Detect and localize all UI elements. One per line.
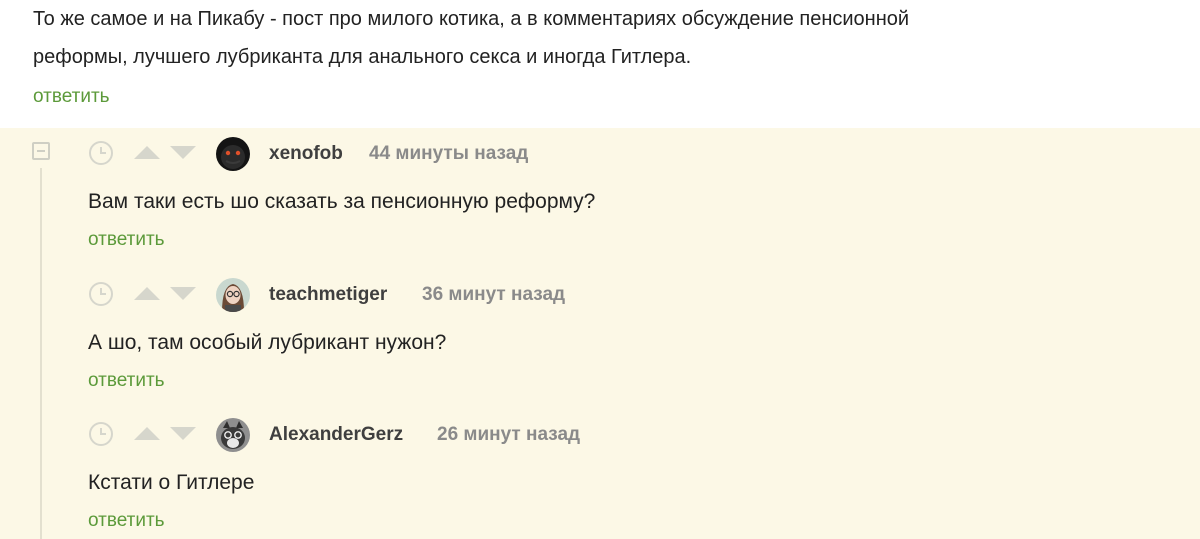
comment-time: 44 минуты назад: [369, 143, 529, 164]
upvote-arrow-icon[interactable]: [134, 427, 160, 440]
downvote-arrow-icon[interactable]: [170, 287, 196, 300]
comment: xenofob 44 минуты назад Вам таки есть шо…: [88, 137, 1188, 251]
comment-time: 36 минут назад: [422, 284, 566, 305]
comment-text: Вам таки есть шо сказать за пенсионную р…: [88, 190, 596, 213]
avatar[interactable]: [216, 137, 250, 171]
username[interactable]: teachmetiger: [269, 284, 387, 306]
comment-header: teachmetiger 36 минут назад: [88, 278, 1188, 312]
avatar[interactable]: [216, 278, 250, 312]
comment-text: А шо, там особый лубрикант нужон?: [88, 331, 447, 354]
top-comment-line: То же самое и на Пикабу - пост про милог…: [33, 8, 910, 30]
top-comment: То же самое и на Пикабу - пост про милог…: [33, 0, 1183, 76]
collapse-thread-button[interactable]: [32, 142, 50, 160]
reply-link[interactable]: ответить: [88, 229, 165, 251]
clock-icon[interactable]: [88, 421, 114, 447]
upvote-arrow-icon[interactable]: [134, 146, 160, 159]
avatar[interactable]: [216, 418, 250, 452]
clock-icon[interactable]: [88, 140, 114, 166]
downvote-arrow-icon[interactable]: [170, 146, 196, 159]
reply-link[interactable]: ответить: [33, 86, 110, 108]
reply-link[interactable]: ответить: [88, 370, 165, 392]
top-comment-line: реформы, лучшего лубриканта для анальног…: [33, 46, 692, 68]
dark-figure-avatar-icon: [216, 137, 250, 171]
clock-icon[interactable]: [88, 281, 114, 307]
username[interactable]: xenofob: [269, 143, 343, 165]
comment-time: 26 минут назад: [437, 424, 581, 445]
girl-glasses-avatar-icon: [216, 278, 250, 312]
username[interactable]: AlexanderGerz: [269, 424, 403, 446]
top-comment-text: То же самое и на Пикабу - пост про милог…: [33, 0, 1183, 76]
comment-text: Кстати о Гитлере: [88, 471, 255, 494]
comment: AlexanderGerz 26 минут назад Кстати о Ги…: [88, 418, 1188, 532]
thread-line[interactable]: [40, 168, 42, 539]
comment-thread: xenofob 44 минуты назад Вам таки есть шо…: [0, 128, 1200, 539]
comment: teachmetiger 36 минут назад А шо, там ос…: [88, 278, 1188, 392]
comment-header: xenofob 44 минуты назад: [88, 137, 1188, 171]
comment-header: AlexanderGerz 26 минут назад: [88, 418, 1188, 452]
upvote-arrow-icon[interactable]: [134, 287, 160, 300]
downvote-arrow-icon[interactable]: [170, 427, 196, 440]
reply-link[interactable]: ответить: [88, 510, 165, 532]
cat-glasses-avatar-icon: [216, 418, 250, 452]
